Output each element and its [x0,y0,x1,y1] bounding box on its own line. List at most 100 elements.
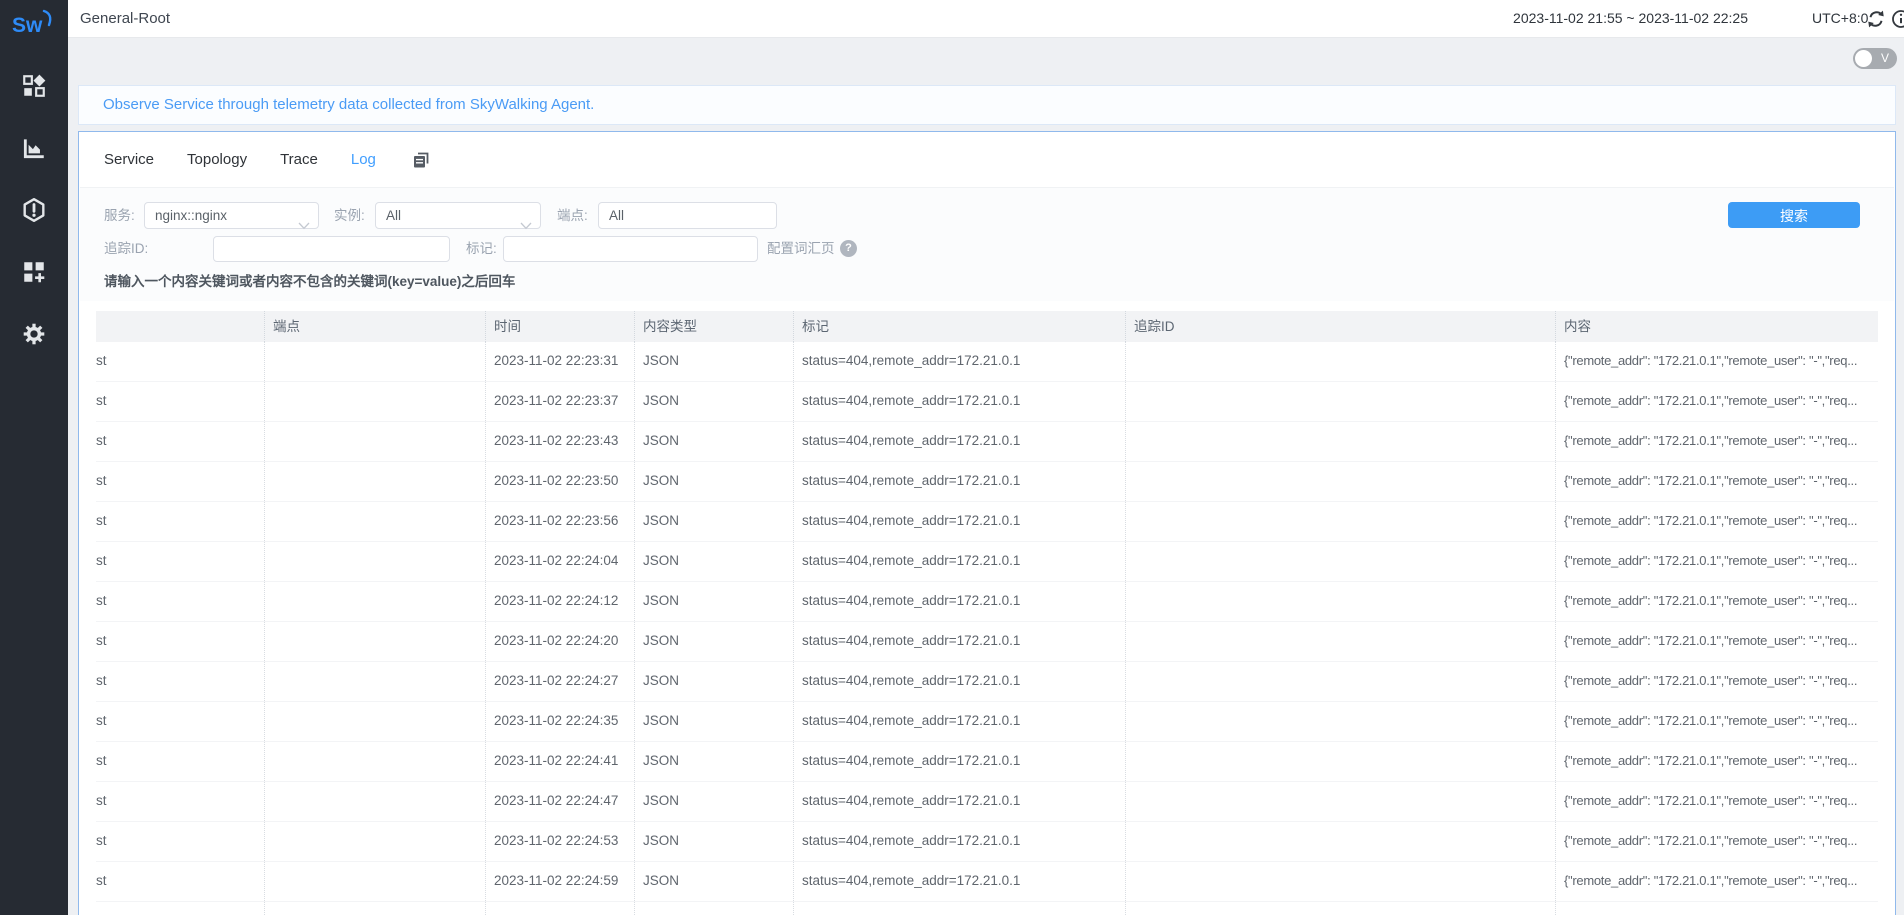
search-button[interactable]: 搜索 [1728,202,1860,228]
content-cell: {"remote_addr": "172.21.0.1","remote_use… [1556,582,1878,621]
endpoint-label: 端点: [557,202,588,229]
service-cell: st [96,422,265,461]
sidebar-item-settings[interactable] [12,312,56,356]
chevron-down-icon [298,213,310,238]
endpoint-cell [265,742,486,781]
help-icon[interactable]: ? [840,240,857,257]
time-cell: 2023-11-02 22:25:05 [486,902,635,915]
column-header-service [96,311,265,342]
tabs-row: Service Topology Trace Log [79,132,1895,187]
service-banner: Observe Service through telemetry data c… [78,85,1896,125]
skywalking-logo[interactable]: Sw [10,6,58,44]
endpoint-cell [265,382,486,421]
trace-id-input[interactable] [213,236,450,262]
tags-cell: status=404,remote_addr=172.21.0.1 [794,662,1126,701]
log-table-row[interactable]: st2023-11-02 22:23:37JSONstatus=404,remo… [96,382,1878,422]
content-type-cell: JSON [635,662,794,701]
instance-select[interactable]: All [375,202,541,229]
sidebar-item-marketplace[interactable] [12,250,56,294]
time-range-picker[interactable]: 2023-11-02 21:55 ~ 2023-11-02 22:25 [1513,0,1748,37]
sidebar-item-alerting[interactable] [12,188,56,232]
sidebar-item-dashboards[interactable] [12,64,56,108]
content-cell: {"remote_addr": "172.21.0.1","remote_use… [1556,502,1878,541]
time-cell: 2023-11-02 22:24:04 [486,542,635,581]
content-cell: {"remote_addr": "172.21.0.1","remote_use… [1556,782,1878,821]
log-table-row[interactable]: st2023-11-02 22:24:12JSONstatus=404,remo… [96,582,1878,622]
tab-service[interactable]: Service [104,151,154,168]
alert-hexagon-icon [21,197,47,223]
grid-plus-icon [21,259,47,285]
tags-input[interactable] [503,236,758,262]
content-type-cell: JSON [635,462,794,501]
info-icon [1891,9,1904,29]
service-cell: st [96,662,265,701]
tags-label: 标记: [466,236,497,262]
time-cell: 2023-11-02 22:24:20 [486,622,635,661]
log-table-row[interactable]: st2023-11-02 22:24:20JSONstatus=404,remo… [96,622,1878,662]
service-label: 服务: [104,202,135,229]
log-table-row[interactable]: st2023-11-02 22:24:41JSONstatus=404,remo… [96,742,1878,782]
log-table-row[interactable]: st2023-11-02 22:23:56JSONstatus=404,remo… [96,502,1878,542]
log-table-row[interactable]: st2023-11-02 22:23:43JSONstatus=404,remo… [96,422,1878,462]
content-cell: {"remote_addr": "172.21.0.1","remote_use… [1556,662,1878,701]
service-cell: st [96,502,265,541]
content-type-cell: JSON [635,902,794,915]
log-table-row[interactable]: st2023-11-02 22:24:04JSONstatus=404,remo… [96,542,1878,582]
trace-id-cell [1126,822,1556,861]
endpoint-cell [265,862,486,901]
log-table-row[interactable]: st2023-11-02 22:24:35JSONstatus=404,remo… [96,702,1878,742]
service-cell: st [96,382,265,421]
chevron-down-icon [520,213,532,238]
time-cell: 2023-11-02 22:23:56 [486,502,635,541]
info-button[interactable] [1891,9,1904,34]
content-type-cell: JSON [635,862,794,901]
tab-log[interactable]: Log [351,151,376,168]
time-cell: 2023-11-02 22:23:43 [486,422,635,461]
endpoint-cell [265,902,486,915]
refresh-button[interactable] [1866,9,1886,34]
banner-text: Observe Service through telemetry data c… [103,86,1895,124]
log-table-row[interactable]: st2023-11-02 22:24:53JSONstatus=404,remo… [96,822,1878,862]
endpoint-cell [265,622,486,661]
trace-id-cell [1126,862,1556,901]
tags-cell: status=404,remote_addr=172.21.0.1 [794,622,1126,661]
endpoint-input[interactable]: All [598,202,777,229]
column-header-trace-id: 追踪ID [1126,311,1556,342]
content-cell: {"remote_addr": "172.21.0.1","remote_use… [1556,862,1878,901]
page-title: General-Root [80,0,170,37]
tabs-list: Service Topology Trace Log [104,151,409,168]
tags-cell: status=404,remote_addr=172.21.0.1 [794,382,1126,421]
service-cell: st [96,862,265,901]
tab-topology[interactable]: Topology [187,151,247,168]
service-cell: st [96,742,265,781]
time-cell: 2023-11-02 22:24:47 [486,782,635,821]
log-table-row[interactable]: st2023-11-02 22:23:31JSONstatus=404,remo… [96,342,1878,382]
tags-cell: status=404,remote_addr=172.21.0.1 [794,342,1126,381]
endpoint-cell [265,502,486,541]
log-table-row[interactable]: st2023-11-02 22:24:27JSONstatus=404,remo… [96,662,1878,702]
chart-icon [21,135,47,161]
tags-cell: status=404,remote_addr=172.21.0.1 [794,902,1126,915]
log-table-row[interactable]: st2023-11-02 22:23:50JSONstatus=404,remo… [96,462,1878,502]
trace-id-cell [1126,662,1556,701]
column-header-endpoint: 端点 [265,311,486,342]
tags-cell: status=404,remote_addr=172.21.0.1 [794,502,1126,541]
time-cell: 2023-11-02 22:24:41 [486,742,635,781]
log-table-row[interactable]: st2023-11-02 22:24:59JSONstatus=404,remo… [96,862,1878,902]
trace-id-cell [1126,582,1556,621]
toggle-knob [1855,50,1872,67]
tags-cell: status=404,remote_addr=172.21.0.1 [794,582,1126,621]
tab-trace[interactable]: Trace [280,151,318,168]
service-select[interactable]: nginx::nginx [144,202,319,229]
endpoint-cell [265,582,486,621]
version-toggle[interactable]: V [1853,48,1897,69]
copy-dashboard-button[interactable] [411,150,431,170]
service-select-value: nginx::nginx [155,208,227,223]
content-cell: {"remote_addr": "172.21.0.1","remote_use… [1556,622,1878,661]
sidebar-item-metrics[interactable] [12,126,56,170]
copy-document-icon [411,150,431,170]
filter-panel: 服务: nginx::nginx 实例: All 端点: All 追踪ID: 标… [80,187,1894,301]
log-table-row[interactable]: st2023-11-02 22:24:47JSONstatus=404,remo… [96,782,1878,822]
log-table-row[interactable]: st2023-11-02 22:25:05JSONstatus=404,remo… [96,902,1878,915]
trace-id-cell [1126,462,1556,501]
